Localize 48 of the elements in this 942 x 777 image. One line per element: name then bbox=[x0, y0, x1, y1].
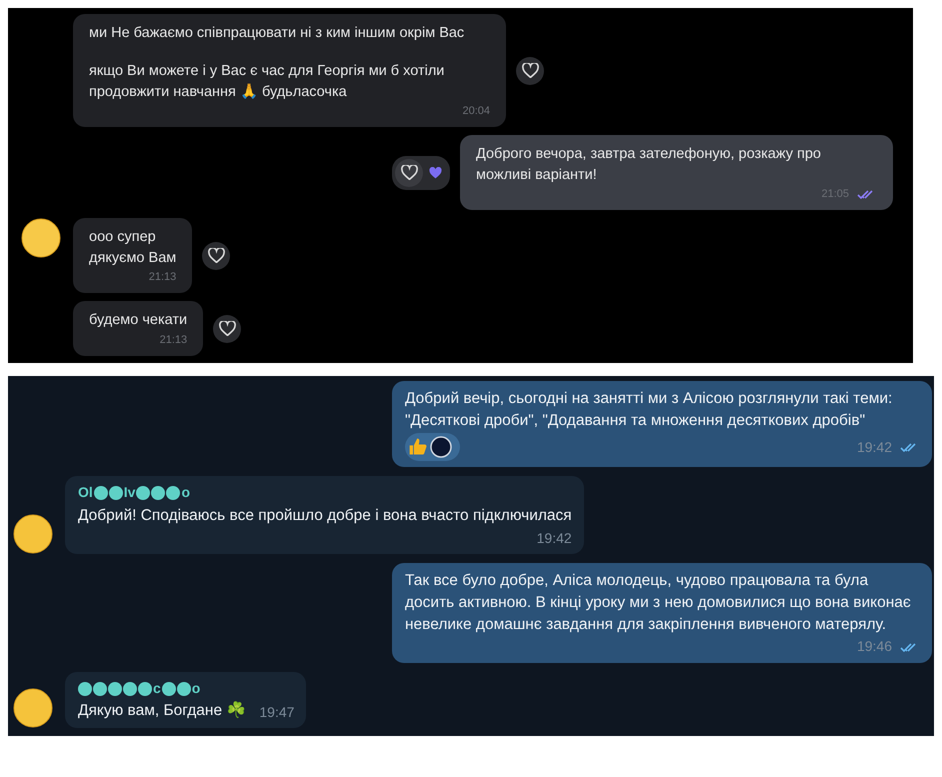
message-time: 20:04 bbox=[462, 104, 490, 119]
redaction-mark bbox=[108, 486, 123, 500]
message-text: Добрий! Сподіваюсь все пройшло добре і вона вчасто підключилася bbox=[78, 506, 572, 526]
reaction-chip[interactable] bbox=[405, 433, 460, 462]
thumbs-up-icon bbox=[408, 437, 428, 458]
redaction-mark bbox=[151, 486, 166, 500]
heart-icon bbox=[208, 248, 225, 264]
redaction-mark bbox=[166, 486, 180, 500]
message-time: 19:46 bbox=[856, 637, 892, 656]
sender-name: o bbox=[181, 483, 190, 502]
avatar bbox=[12, 688, 52, 728]
redaction-mark bbox=[162, 682, 176, 696]
heart-icon bbox=[522, 63, 538, 78]
user-avatar bbox=[430, 436, 452, 458]
redaction-mark bbox=[93, 682, 107, 696]
redaction-mark bbox=[108, 682, 122, 696]
sender-name: Ol bbox=[78, 483, 93, 502]
reaction-button[interactable] bbox=[202, 242, 230, 270]
reaction-button[interactable] bbox=[213, 314, 242, 343]
message-time: 21:13 bbox=[148, 270, 176, 285]
message-text: Так все було добре, Аліса молодець, чудово працювала та була досить активною. В кінці уроку ми з нею домовилися що вона виконає невелике домашнє завдання для закріплення вивченого матерялу. bbox=[405, 571, 912, 635]
reaction-bar[interactable] bbox=[392, 156, 450, 190]
sender-name: Iv bbox=[124, 483, 136, 502]
heart-icon bbox=[218, 321, 236, 336]
redaction-mark bbox=[138, 682, 152, 696]
heart-icon bbox=[429, 166, 442, 179]
redaction-mark bbox=[78, 682, 92, 696]
message-time: 19:42 bbox=[856, 438, 892, 457]
message-time: 21:13 bbox=[160, 332, 188, 348]
redaction-mark bbox=[136, 486, 150, 500]
message-text: ми Не бажаємо співпрацювати ні з ким іншим окрім Вас bbox=[89, 24, 466, 43]
sender-name: o bbox=[192, 678, 200, 698]
message-time: 19:47 bbox=[259, 702, 294, 722]
message-text: Добрий вечір, сьогодні на занятті ми з Алісою розглянули такі теми: "Десяткові дроби", "Додавання та множення десяткових дробів" bbox=[405, 388, 894, 431]
message-text: Доброго вечора, завтра зателефоную, розкажу про можливі варіанти! bbox=[476, 145, 822, 185]
message-text: Дякую вам, Богдане ☘ bbox=[78, 700, 246, 722]
redaction-mark bbox=[94, 486, 108, 500]
redaction-mark bbox=[123, 682, 137, 696]
sender-name: c bbox=[153, 678, 161, 698]
avatar bbox=[20, 218, 60, 258]
redaction-mark bbox=[176, 682, 191, 696]
message-text: будемо чекати bbox=[89, 311, 188, 330]
heart-icon bbox=[400, 165, 418, 180]
message-time: 19:42 bbox=[536, 528, 572, 548]
avatar bbox=[12, 514, 52, 554]
message-text: якщо Ви можете і у Вас є час для Георгія ми б хотіли продовжити навчання 🙏 будьласочка bbox=[89, 62, 446, 102]
reaction-button[interactable] bbox=[516, 56, 544, 85]
message-text: ооо супер дякуємо Вам bbox=[89, 228, 176, 268]
